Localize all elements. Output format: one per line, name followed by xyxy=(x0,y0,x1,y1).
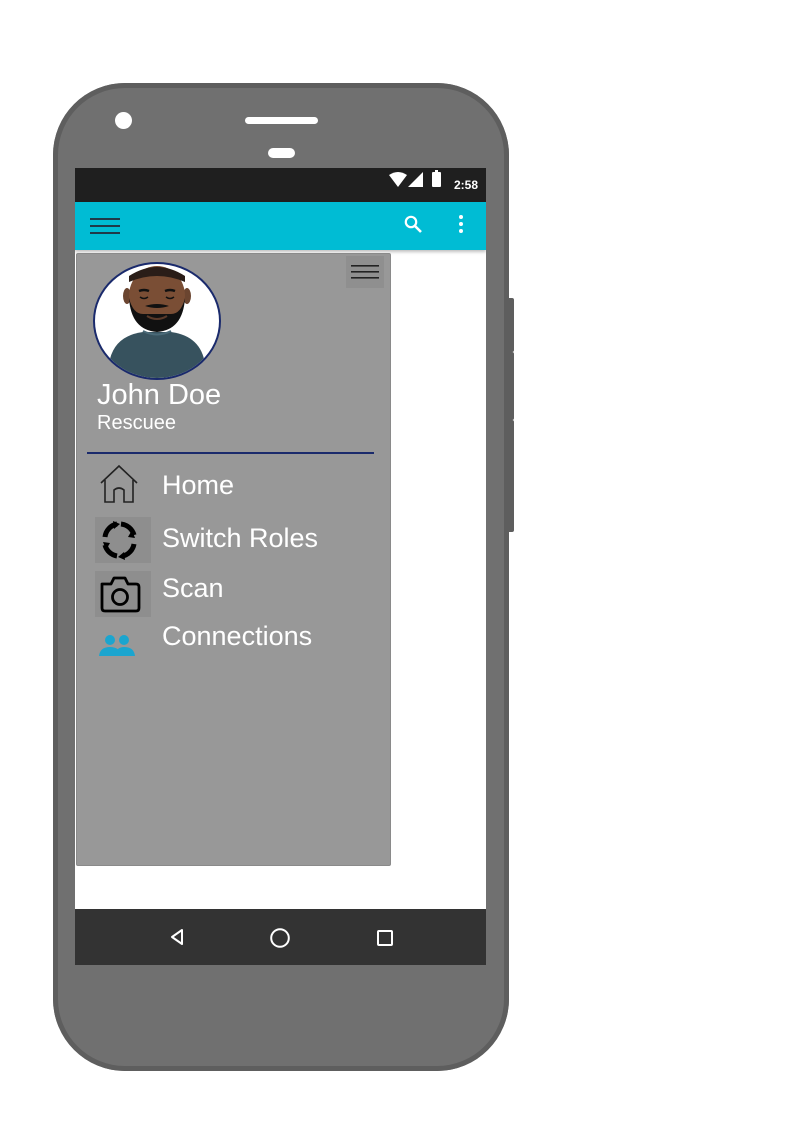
nav-item-home-label: Home xyxy=(162,470,235,500)
nav-item-scan[interactable]: Scan xyxy=(77,567,390,617)
nav-item-connections-label: Connections xyxy=(162,621,313,651)
more-vert-icon[interactable] xyxy=(457,214,465,234)
app-bar xyxy=(75,202,486,250)
system-navigation-bar xyxy=(75,909,486,965)
power-button xyxy=(508,298,514,352)
nav-item-scan-label: Scan xyxy=(162,573,224,603)
screen: 2:58 John Doe Rescuee Home Switch Roles … xyxy=(75,168,486,965)
signal-icon xyxy=(408,172,423,187)
nav-item-switch-roles[interactable]: Switch Roles xyxy=(77,515,390,563)
navigation-drawer: John Doe Rescuee Home Switch Roles Scan … xyxy=(76,253,391,866)
proximity-sensor xyxy=(268,148,295,158)
earpiece-speaker xyxy=(245,117,318,124)
nav-item-connections[interactable]: Connections xyxy=(77,617,390,663)
volume-down-button xyxy=(508,420,514,532)
home-circle-icon[interactable] xyxy=(269,927,291,949)
people-icon xyxy=(99,635,135,656)
nav-item-switch-roles-label: Switch Roles xyxy=(162,523,319,553)
user-role: Rescuee xyxy=(97,412,176,434)
volume-up-button xyxy=(508,352,514,420)
recents-icon[interactable] xyxy=(376,929,394,947)
back-icon[interactable] xyxy=(169,928,185,946)
menu-icon xyxy=(351,265,379,279)
home-icon xyxy=(100,464,138,503)
menu-icon[interactable] xyxy=(90,216,120,236)
drawer-divider xyxy=(87,452,374,454)
status-bar: 2:58 xyxy=(75,168,486,202)
user-name: John Doe xyxy=(97,379,222,411)
status-time: 2:58 xyxy=(453,178,478,192)
switch-roles-icon xyxy=(95,517,151,563)
drawer-menu-button[interactable] xyxy=(346,256,384,288)
avatar xyxy=(93,262,221,380)
wifi-icon xyxy=(389,172,407,187)
front-camera xyxy=(115,112,132,129)
nav-item-home[interactable]: Home xyxy=(77,460,390,506)
search-icon[interactable] xyxy=(404,215,422,233)
battery-icon xyxy=(432,170,441,187)
avatar-illustration xyxy=(109,266,205,378)
camera-icon xyxy=(95,571,151,617)
